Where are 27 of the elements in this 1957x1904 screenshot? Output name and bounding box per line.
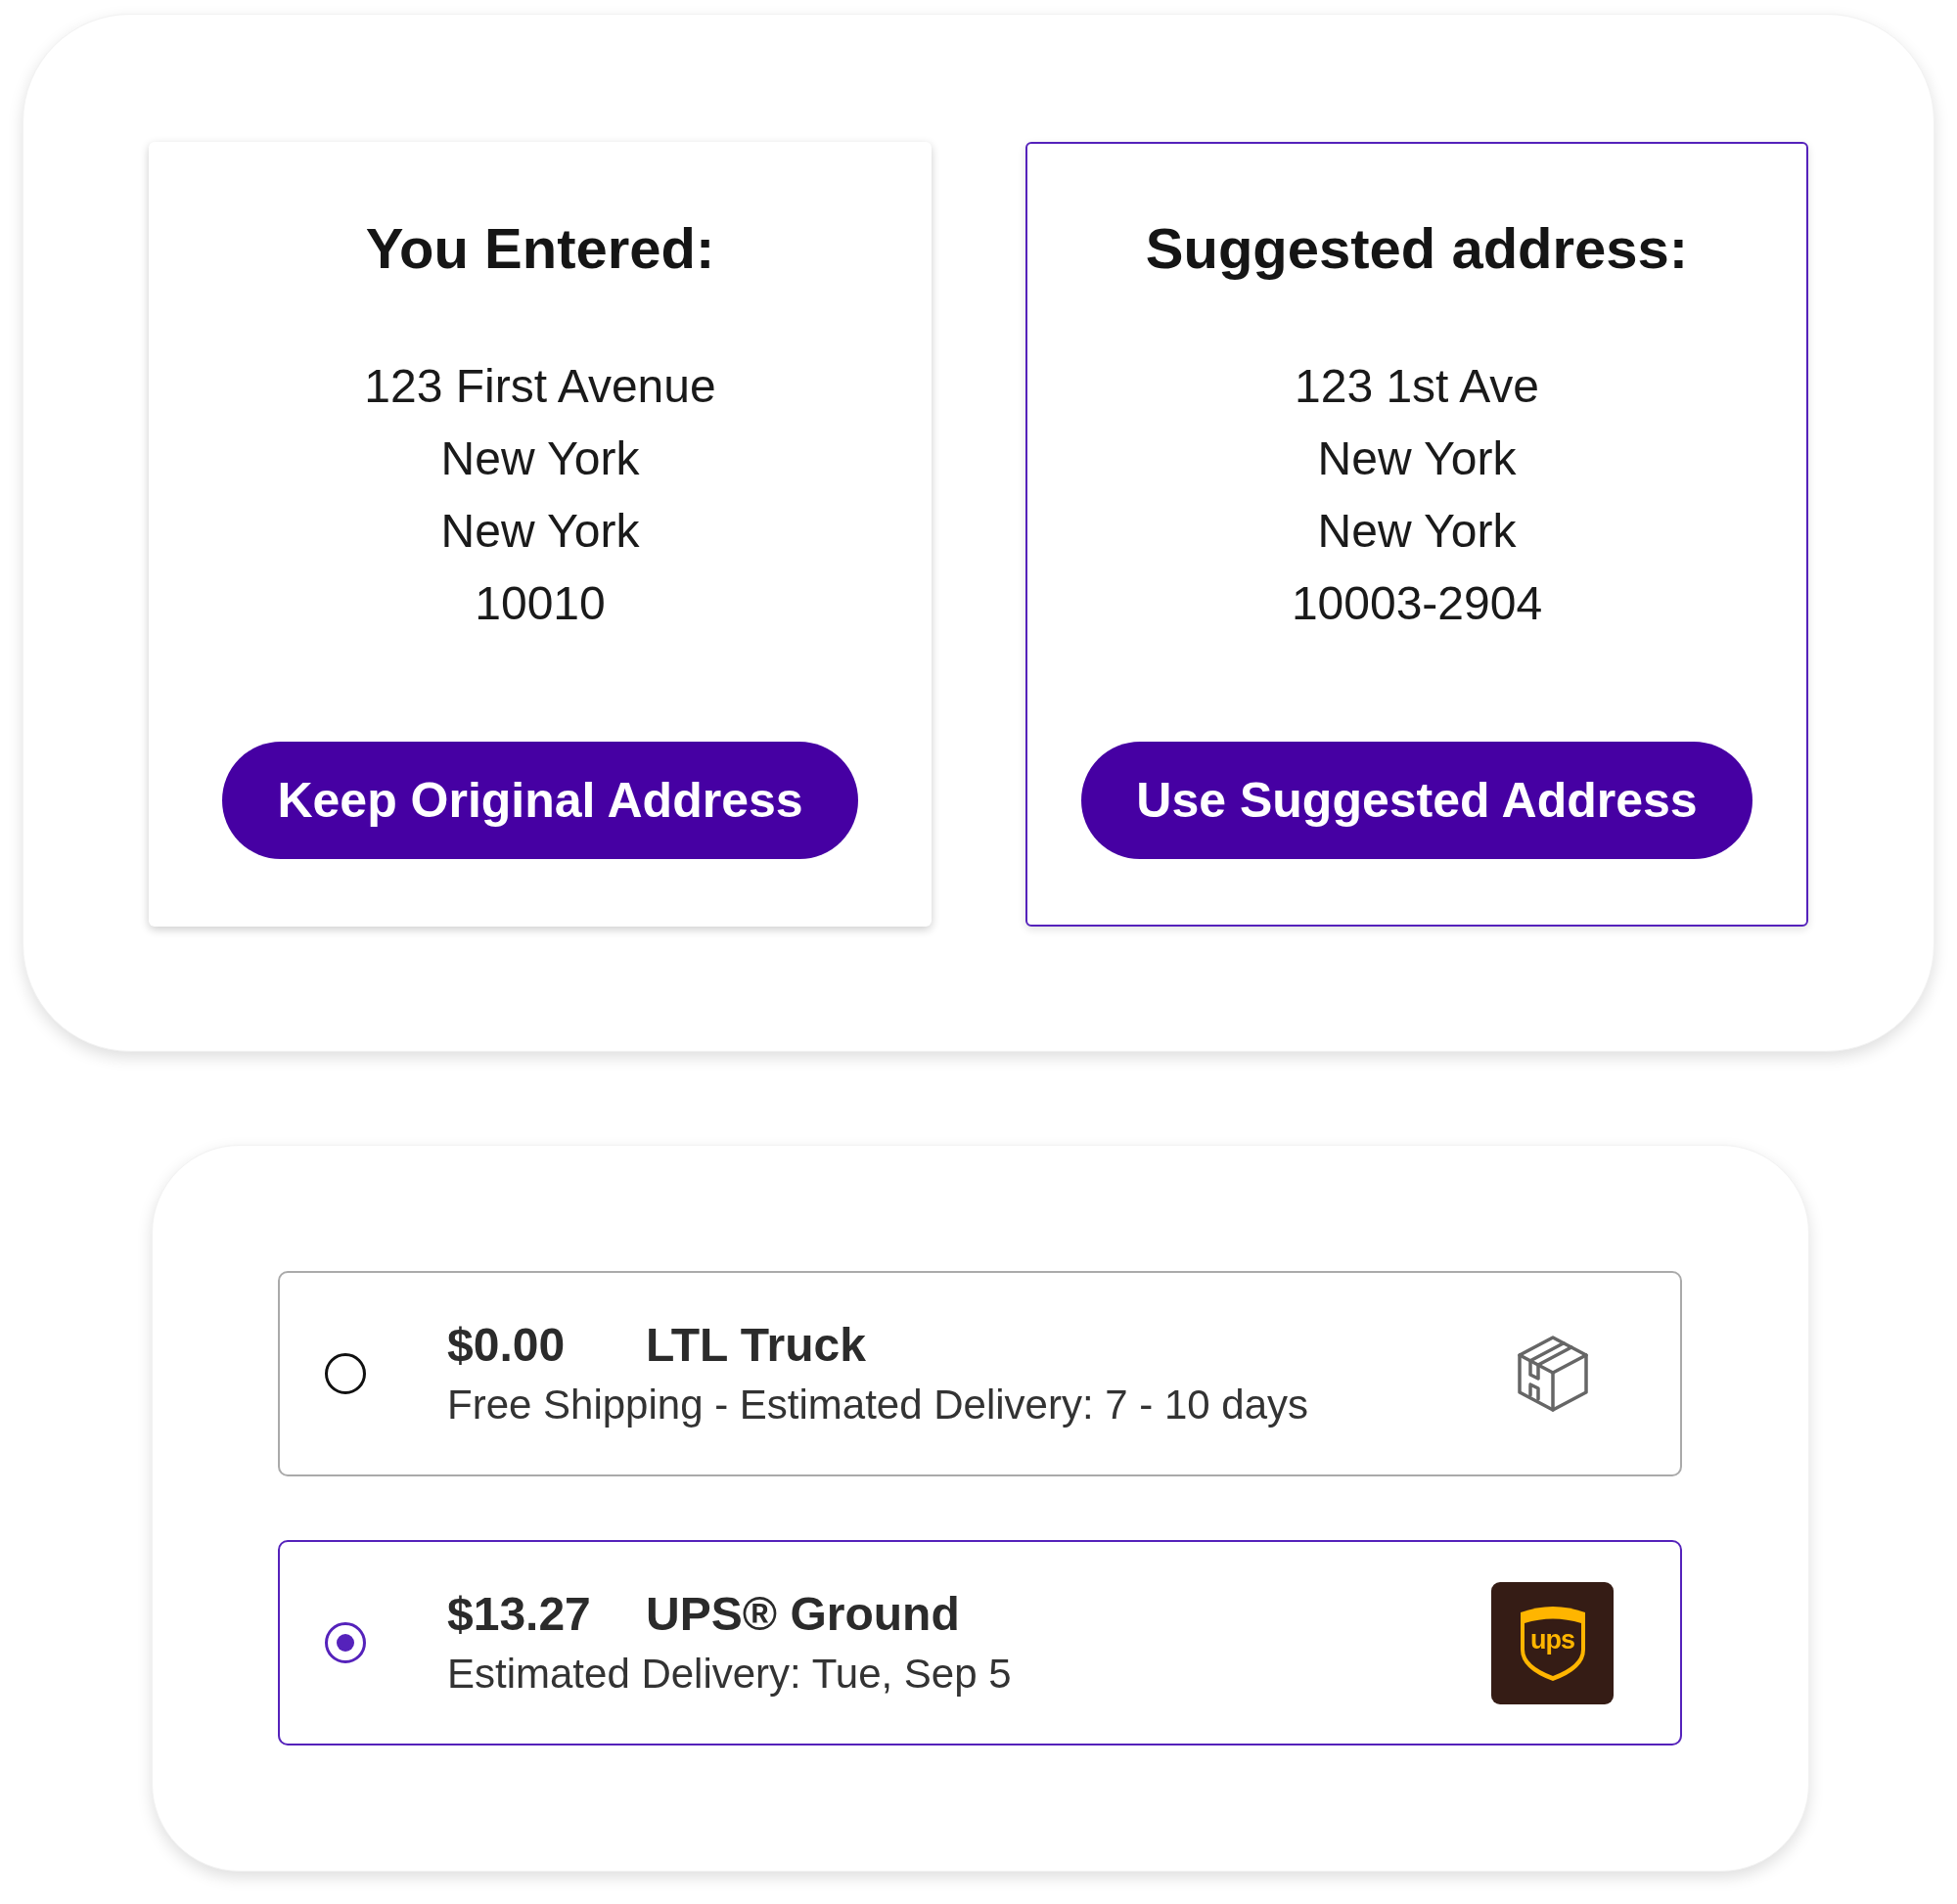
shipping-method: UPS® Ground [646, 1587, 960, 1642]
shipping-option[interactable]: $0.00 LTL Truck Free Shipping - Estimated Delivery: 7 - 10 days [278, 1271, 1682, 1476]
card-title: Suggested address: [1145, 215, 1689, 282]
address-line: New York [1317, 431, 1517, 486]
address-line: 123 First Avenue [364, 359, 716, 414]
delivery-estimate: Free Shipping - Estimated Delivery: 7 - 10 days [447, 1381, 1309, 1429]
shipping-price: $0.00 [447, 1319, 566, 1371]
shipping-price: $13.27 [447, 1588, 591, 1640]
logo-text: ups [1530, 1624, 1574, 1655]
address-card[interactable]: You Entered: 123 First Avenue New York New York 10010 Keep Original Address [149, 142, 932, 927]
address-line: New York [440, 504, 640, 559]
address-line: 10010 [475, 576, 606, 631]
address-card[interactable]: Suggested address: 123 1st Ave New York New York 10003-2904 Use Suggested Address [1025, 142, 1808, 927]
address-line: 123 1st Ave [1295, 359, 1539, 414]
shipping-method: LTL Truck [646, 1318, 866, 1373]
select-address-button[interactable]: Keep Original Address [222, 742, 858, 859]
card-title: You Entered: [365, 215, 715, 282]
package-icon [1517, 1336, 1588, 1412]
radio-button[interactable] [325, 1622, 366, 1663]
radio-button[interactable] [325, 1353, 366, 1394]
address-line: New York [440, 431, 640, 486]
address-line: New York [1317, 504, 1517, 559]
select-address-button[interactable]: Use Suggested Address [1081, 742, 1752, 859]
shield-icon [1520, 1605, 1585, 1681]
shipping-option[interactable]: $13.27 UPS® Ground Estimated Delivery: Tue, Sep 5 ups [278, 1540, 1682, 1745]
delivery-estimate: Estimated Delivery: Tue, Sep 5 [447, 1650, 1012, 1699]
address-line: 10003-2904 [1291, 576, 1543, 631]
